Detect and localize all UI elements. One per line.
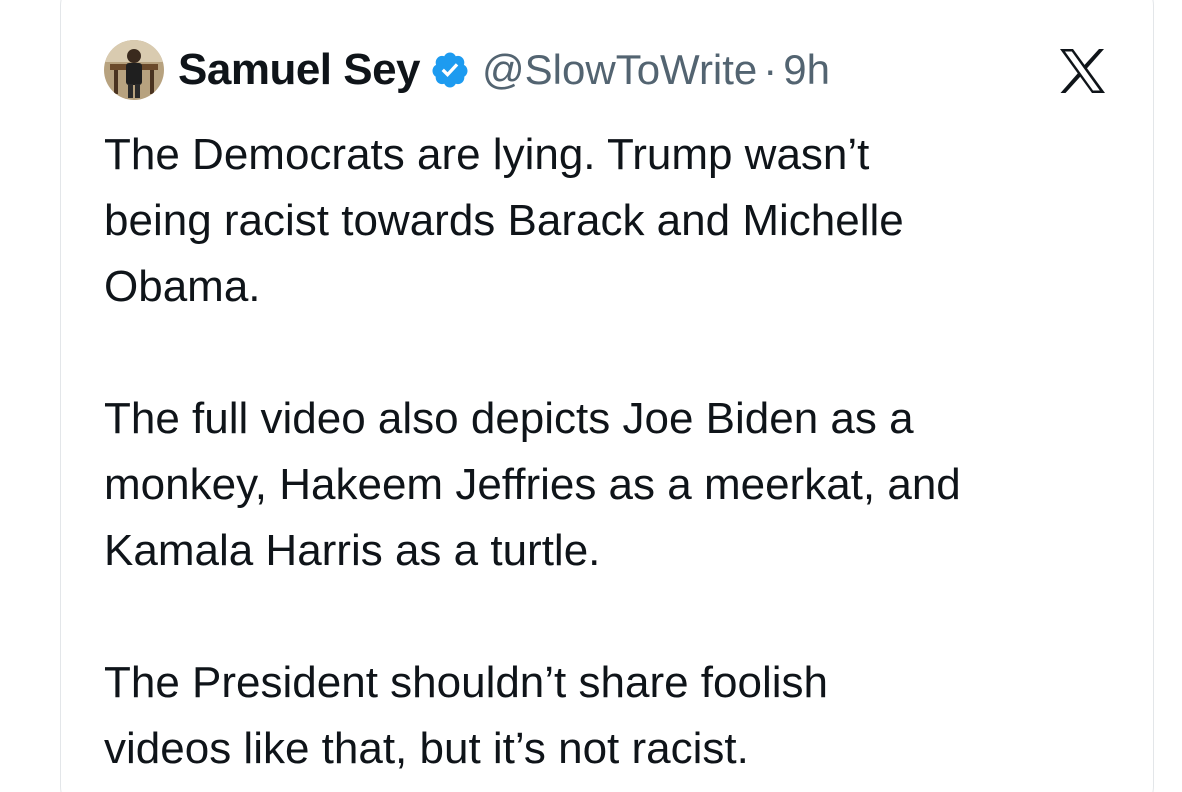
tweet-paragraph-3: The President shouldn’t share foolish vi…: [104, 658, 828, 773]
timestamp[interactable]: 9h: [783, 46, 830, 94]
separator-dot: ·: [763, 46, 778, 93]
tweet-body: The Democrats are lying. Trump wasn’t be…: [104, 122, 1124, 782]
tweet-paragraph-2: The full video also depicts Joe Biden as…: [104, 394, 961, 575]
verified-badge-icon: [430, 50, 470, 90]
tweet-paragraph-1: The Democrats are lying. Trump wasn’t be…: [104, 130, 904, 311]
avatar[interactable]: [104, 40, 164, 100]
tweet-header: Samuel Sey @SlowToWrite · 9h: [104, 38, 830, 102]
x-logo-icon[interactable]: [1058, 48, 1106, 94]
author-display-name[interactable]: Samuel Sey: [178, 45, 421, 95]
author-handle[interactable]: @SlowToWrite: [482, 46, 757, 94]
